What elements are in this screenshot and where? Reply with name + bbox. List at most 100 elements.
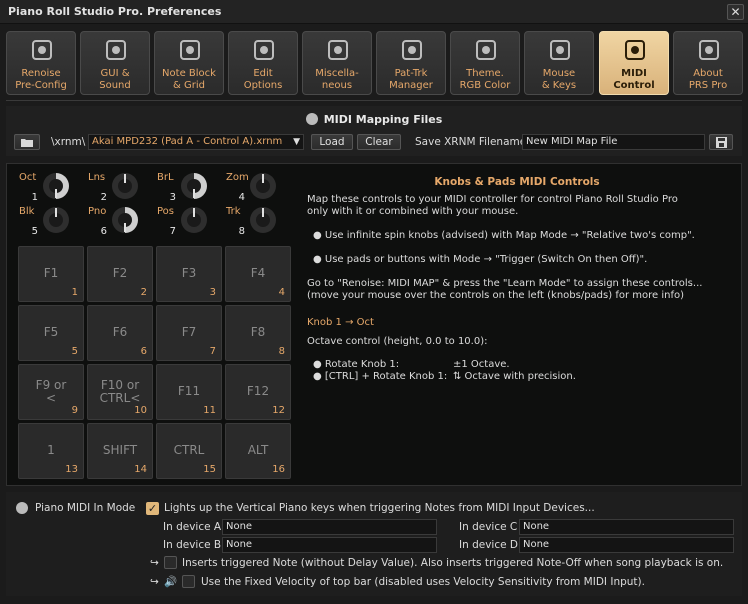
device-c-select[interactable]: None <box>519 519 734 535</box>
close-button[interactable]: ✕ <box>727 4 744 20</box>
knob-number: 5 <box>31 226 38 237</box>
knob-zom[interactable] <box>250 173 276 199</box>
arrow-icon: ↪ <box>150 576 159 588</box>
tab-label: GUI & Sound <box>99 68 131 91</box>
info-text: Map these controls to your MIDI controll… <box>307 194 678 205</box>
knob-brl[interactable] <box>181 173 207 199</box>
pad-label: 1 <box>47 443 55 457</box>
pad-number: 15 <box>203 464 216 475</box>
tab-label: About PRS Pro <box>688 68 728 91</box>
knob-pno[interactable] <box>112 207 138 233</box>
tab-label: Renoise Pre-Config <box>15 68 67 91</box>
tab-miscella[interactable]: Miscella-neous <box>302 31 372 95</box>
pad-label: F7 <box>181 325 197 339</box>
pad-10[interactable]: F10 or CTRL< 10 <box>87 364 153 420</box>
fixed-velocity-label: Use the Fixed Velocity of top bar (disab… <box>201 576 645 588</box>
pad-14[interactable]: SHIFT 14 <box>87 423 153 479</box>
pencil-icon <box>251 36 277 64</box>
tools-icon <box>325 36 351 64</box>
pad-6[interactable]: F6 6 <box>87 305 153 361</box>
knob-blk[interactable] <box>43 207 69 233</box>
knob-trk[interactable] <box>250 207 276 233</box>
pad-number: 14 <box>134 464 147 475</box>
pad-label: F1 <box>43 266 59 280</box>
piano-icon <box>16 502 28 514</box>
mapping-file-select[interactable]: Akai MPD232 (Pad A - Control A).xrnm ▼ <box>88 134 304 150</box>
knob-number: 2 <box>100 192 107 203</box>
window-title: Piano Roll Studio Pro. Preferences <box>8 5 222 18</box>
knob-number: 8 <box>238 226 245 237</box>
mapping-files-panel: MIDI Mapping Files \xrnm\ Akai MPD232 (P… <box>6 106 742 156</box>
pad-11[interactable]: F11 11 <box>156 364 222 420</box>
pad-4[interactable]: F4 4 <box>225 246 291 302</box>
pad-8[interactable]: F8 8 <box>225 305 291 361</box>
pad-label: F12 <box>246 384 270 398</box>
pad-1[interactable]: F1 1 <box>18 246 84 302</box>
knob-pos[interactable] <box>181 207 207 233</box>
pad-15[interactable]: CTRL 15 <box>156 423 222 479</box>
pad-5[interactable]: F5 5 <box>18 305 84 361</box>
lights-label: Lights up the Vertical Piano keys when t… <box>164 502 595 514</box>
clear-button[interactable]: Clear <box>357 134 401 150</box>
pad-number: 4 <box>278 287 285 298</box>
tab-note-block[interactable]: Note Block & Grid <box>154 31 224 95</box>
knob-oct[interactable] <box>43 173 69 199</box>
device-a-select[interactable]: None <box>222 519 437 535</box>
pattern-icon <box>399 36 425 64</box>
tab-label: MIDI Control <box>613 68 655 91</box>
pad-number: 16 <box>272 464 285 475</box>
save-button[interactable] <box>709 134 733 150</box>
tab-about[interactable]: About PRS Pro <box>673 31 743 95</box>
knob-label: Pos <box>157 206 175 217</box>
save-filename-input[interactable]: New MIDI Map File <box>522 134 705 150</box>
info-title: Knobs & Pads MIDI Controls <box>434 176 600 188</box>
tab-gui[interactable]: GUI & Sound <box>80 31 150 95</box>
pad-7[interactable]: F7 7 <box>156 305 222 361</box>
pad-number: 1 <box>71 287 78 298</box>
device-b-select[interactable]: None <box>222 537 437 553</box>
insert-notes-checkbox[interactable] <box>164 556 177 569</box>
pad-label: F6 <box>112 325 128 339</box>
load-button[interactable]: Load <box>311 134 353 150</box>
save-icon <box>715 137 727 148</box>
info-bullet: ● Use pads or buttons with Mode → "Trigg… <box>313 254 648 265</box>
fixed-velocity-checkbox[interactable] <box>182 575 195 588</box>
action-row: ● [CTRL] + Rotate Knob 1: <box>313 371 448 382</box>
midi-controls-panel: Oct 1 Lns 2 BrL 3 Zom 4 Blk 5 Pno 6 Pos 7 Trk 8 F1 1 F2 2 F… <box>6 163 742 486</box>
pad-number: 9 <box>71 405 78 416</box>
tab-mouse[interactable]: Mouse & Keys <box>524 31 594 95</box>
tab-pat-trk[interactable]: Pat-Trk Manager <box>376 31 446 95</box>
device-d-label: In device D <box>459 539 519 551</box>
tab-renoise[interactable]: Renoise Pre-Config <box>6 31 76 95</box>
knob-lns[interactable] <box>112 173 138 199</box>
pad-12[interactable]: F12 12 <box>225 364 291 420</box>
tab-midi[interactable]: MIDI Control <box>599 31 669 95</box>
control-description: Octave control (height, 0.0 to 10.0): <box>307 336 488 347</box>
mapping-title: MIDI Mapping Files <box>6 113 742 126</box>
action-row: ● Rotate Knob 1: <box>313 359 400 370</box>
insert-notes-label: Inserts triggered Note (without Delay Va… <box>182 557 724 569</box>
tab-theme[interactable]: Theme. RGB Color <box>450 31 520 95</box>
pad-label: F10 or CTRL< <box>99 378 141 405</box>
tab-label: Mouse & Keys <box>541 68 577 91</box>
gui-icon <box>103 36 129 64</box>
path-label: \xrnm\ <box>51 136 86 148</box>
pad-2[interactable]: F2 2 <box>87 246 153 302</box>
device-c-label: In device C <box>459 521 518 533</box>
piano-midi-mode-label: Piano MIDI In Mode <box>35 502 136 514</box>
folder-button[interactable] <box>14 134 40 150</box>
lights-checkbox[interactable]: ✓ <box>146 502 159 515</box>
pad-16[interactable]: ALT 16 <box>225 423 291 479</box>
renoise-icon <box>29 36 55 64</box>
pad-label: SHIFT <box>102 443 138 457</box>
pad-3[interactable]: F3 3 <box>156 246 222 302</box>
pad-13[interactable]: 1 13 <box>18 423 84 479</box>
midi-icon <box>622 36 648 64</box>
pad-number: 5 <box>71 346 78 357</box>
device-a-label: In device A <box>163 521 222 533</box>
device-d-select[interactable]: None <box>519 537 734 553</box>
tab-label: Theme. RGB Color <box>459 68 511 91</box>
knob-number: 7 <box>169 226 176 237</box>
tab-edit[interactable]: Edit Options <box>228 31 298 95</box>
pad-9[interactable]: F9 or < 9 <box>18 364 84 420</box>
